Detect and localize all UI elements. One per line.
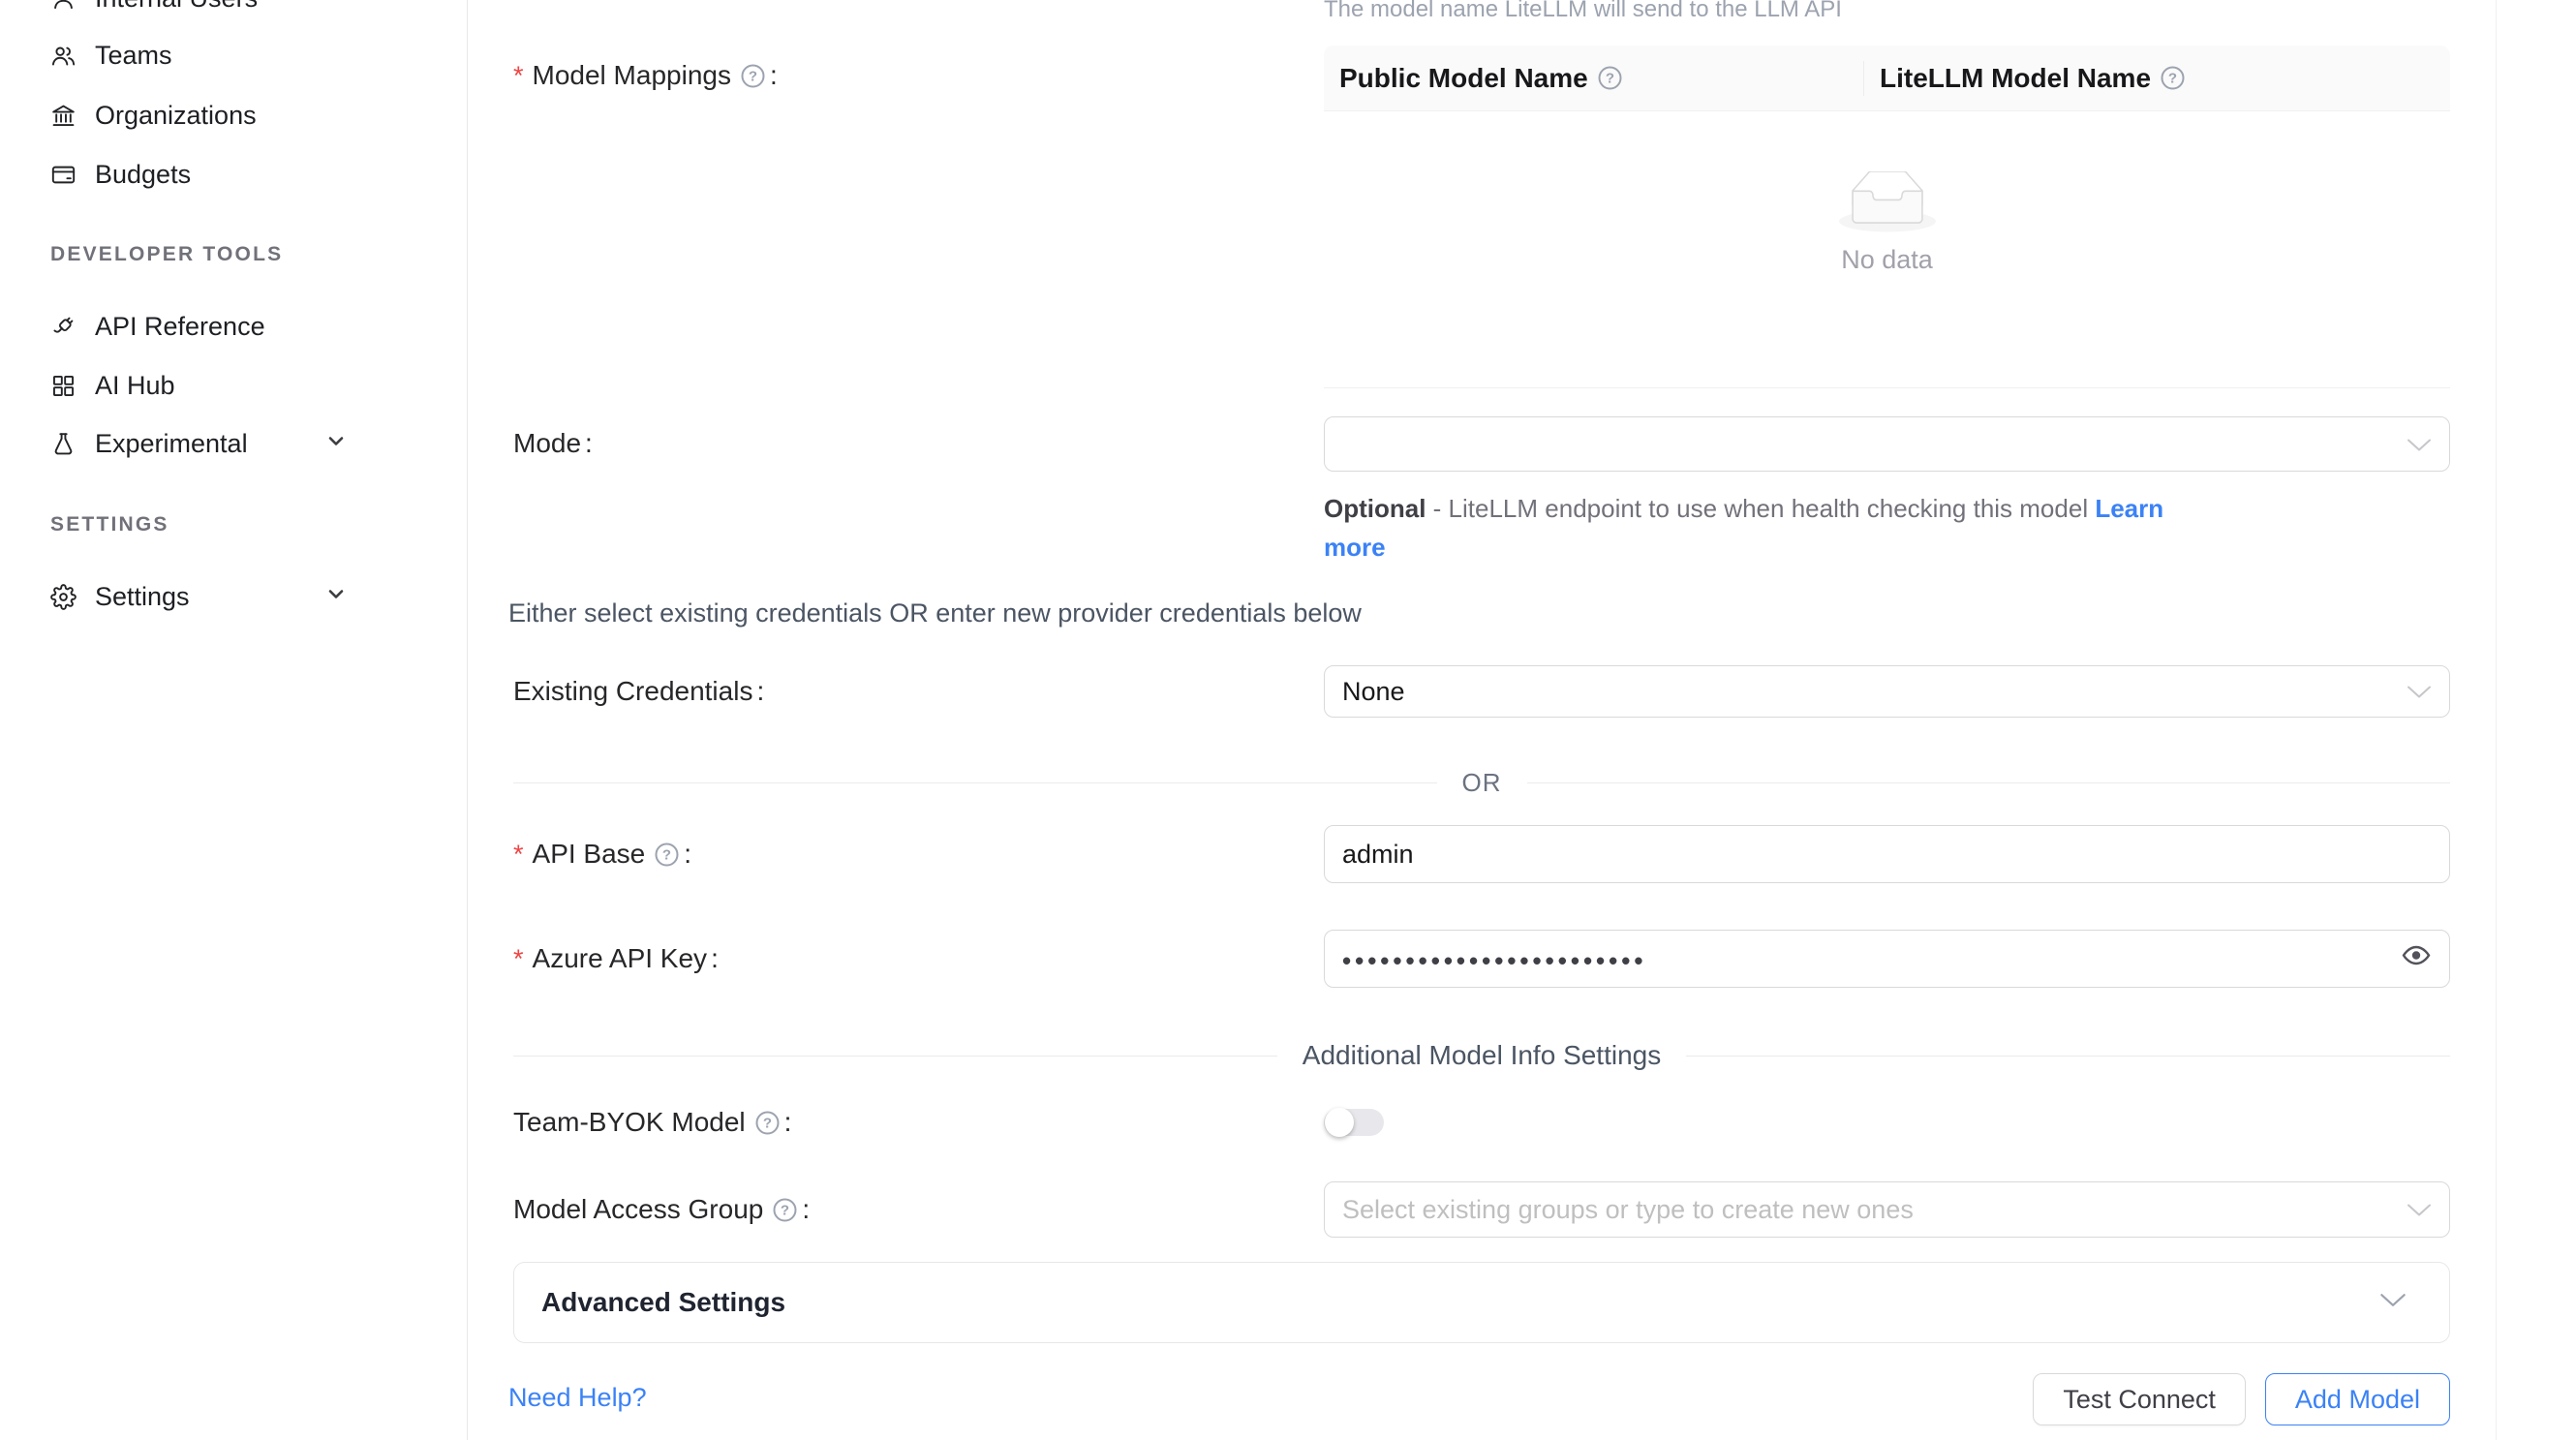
- add-model-form: The model name LiteLLM will send to the …: [468, 0, 2576, 1440]
- existing-credentials-select[interactable]: None: [1324, 665, 2450, 718]
- mode-select[interactable]: [1324, 416, 2450, 472]
- masked-password-value: ••••••••••••••••••••••••: [1342, 946, 1646, 976]
- content-right-edge: [2496, 0, 2497, 1440]
- api-base-input-wrap: [1324, 825, 2450, 883]
- sidebar-item-label: Teams: [95, 41, 172, 71]
- toggle-knob: [1325, 1108, 1354, 1137]
- required-asterisk: *: [513, 840, 524, 870]
- model-mappings-label: * Model Mappings ? :: [513, 56, 778, 95]
- help-circle-icon[interactable]: ?: [772, 1197, 798, 1223]
- page: Internal Users Teams Organizations Budge…: [0, 0, 2576, 1440]
- chevron-down-icon: [2407, 677, 2432, 707]
- or-divider: OR: [513, 763, 2450, 802]
- sidebar: Internal Users Teams Organizations Budge…: [0, 0, 468, 1440]
- mode-label: Mode :: [513, 424, 593, 463]
- existing-credentials-label: Existing Credentials :: [513, 672, 764, 711]
- empty-state-text: No data: [1839, 245, 1936, 275]
- api-base-label: * API Base ? :: [513, 835, 691, 873]
- flask-icon: [50, 431, 77, 457]
- chevron-down-icon: [2379, 1292, 2407, 1313]
- required-asterisk: *: [513, 944, 524, 974]
- sidebar-item-teams[interactable]: Teams: [0, 34, 467, 77]
- gear-icon: [50, 584, 77, 610]
- help-circle-icon[interactable]: ?: [654, 842, 680, 868]
- sidebar-item-organizations[interactable]: Organizations: [0, 94, 467, 137]
- empty-inbox-icon: [1839, 171, 1936, 233]
- grid-icon: [50, 373, 77, 399]
- footer-buttons: Test Connect Add Model: [1324, 1373, 2450, 1425]
- svg-text:?: ?: [1606, 71, 1614, 87]
- sidebar-item-label: Experimental: [95, 429, 248, 459]
- credit-card-icon: [50, 162, 77, 188]
- chevron-down-icon: [325, 431, 347, 457]
- sidebar-item-label: AI Hub: [95, 371, 175, 401]
- sidebar-item-api-reference[interactable]: API Reference: [0, 305, 467, 348]
- svg-text:?: ?: [781, 1202, 789, 1218]
- eye-icon[interactable]: [2401, 940, 2432, 978]
- sidebar-item-label: Internal Users: [95, 0, 258, 14]
- model-name-helper-text: The model name LiteLLM will send to the …: [1324, 0, 1842, 23]
- sidebar-item-budgets[interactable]: Budgets: [0, 153, 467, 196]
- help-circle-icon[interactable]: ?: [754, 1110, 781, 1136]
- chevron-down-icon: [325, 584, 347, 610]
- sidebar-item-internal-users[interactable]: Internal Users: [0, 0, 467, 19]
- plug-icon: [50, 314, 77, 340]
- users-icon: [50, 43, 77, 69]
- sidebar-item-label: Budgets: [95, 160, 191, 190]
- svg-text:?: ?: [662, 846, 671, 863]
- learn-more-link[interactable]: Learn: [2095, 494, 2163, 523]
- learn-more-link[interactable]: more: [1324, 533, 1386, 562]
- test-connect-button[interactable]: Test Connect: [2033, 1373, 2246, 1425]
- column-litellm-model-name: LiteLLM Model Name ?: [1864, 46, 2186, 110]
- model-mappings-table: Public Model Name ? LiteLLM Model Name ?: [1324, 46, 2450, 388]
- model-access-group-label: Model Access Group ? :: [513, 1190, 810, 1229]
- chevron-down-icon: [2407, 1195, 2432, 1225]
- svg-text:?: ?: [2168, 71, 2177, 87]
- svg-text:?: ?: [749, 68, 757, 84]
- sidebar-section-developer-tools: DEVELOPER TOOLS: [50, 237, 283, 272]
- team-byok-toggle[interactable]: [1324, 1109, 1384, 1136]
- table-empty-body: No data: [1324, 111, 2450, 388]
- api-base-input[interactable]: [1342, 840, 2432, 870]
- mode-helper-text: Optional - LiteLLM endpoint to use when …: [1324, 489, 2163, 567]
- sidebar-item-label: Settings: [95, 582, 190, 612]
- team-byok-label: Team-BYOK Model ? :: [513, 1103, 791, 1142]
- need-help-link[interactable]: Need Help?: [508, 1383, 647, 1413]
- advanced-settings-panel[interactable]: Advanced Settings: [513, 1262, 2450, 1343]
- empty-state: No data: [1839, 171, 1936, 275]
- azure-api-key-label: * Azure API Key :: [513, 939, 719, 978]
- additional-info-divider: Additional Model Info Settings: [513, 1036, 2450, 1075]
- sidebar-section-settings: SETTINGS: [50, 507, 169, 542]
- advanced-settings-label: Advanced Settings: [541, 1287, 785, 1318]
- column-public-model-name: Public Model Name ?: [1324, 46, 1863, 110]
- sidebar-item-experimental[interactable]: Experimental: [0, 422, 467, 465]
- credentials-note: Either select existing credentials OR en…: [508, 598, 1362, 628]
- model-access-group-select[interactable]: Select existing groups or type to create…: [1324, 1181, 2450, 1238]
- select-placeholder: Select existing groups or type to create…: [1342, 1195, 1914, 1225]
- required-asterisk: *: [513, 61, 524, 91]
- add-model-button[interactable]: Add Model: [2265, 1373, 2450, 1425]
- user-icon: [50, 0, 77, 12]
- azure-api-key-input[interactable]: ••••••••••••••••••••••••: [1324, 930, 2450, 988]
- sidebar-item-settings[interactable]: Settings: [0, 575, 467, 618]
- sidebar-item-ai-hub[interactable]: AI Hub: [0, 364, 467, 407]
- help-circle-icon[interactable]: ?: [740, 63, 766, 89]
- help-circle-icon[interactable]: ?: [2160, 65, 2186, 91]
- chevron-down-icon: [2407, 429, 2432, 459]
- sidebar-item-label: Organizations: [95, 101, 257, 131]
- table-header: Public Model Name ? LiteLLM Model Name ?: [1324, 46, 2450, 111]
- help-circle-icon[interactable]: ?: [1597, 65, 1623, 91]
- bank-icon: [50, 103, 77, 129]
- svg-text:?: ?: [763, 1115, 772, 1131]
- sidebar-item-label: API Reference: [95, 312, 265, 342]
